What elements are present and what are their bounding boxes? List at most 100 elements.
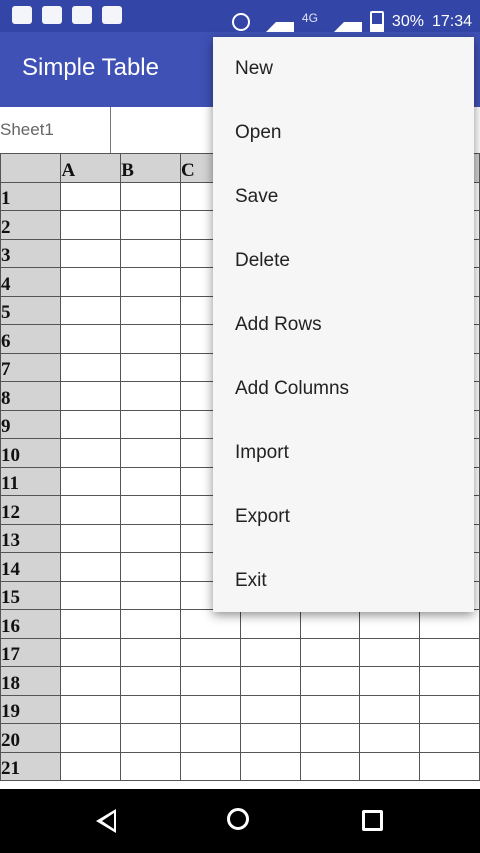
row-header[interactable]: 3 — [0, 238, 62, 268]
row-header[interactable]: 17 — [0, 637, 62, 667]
table-cell[interactable] — [299, 723, 361, 753]
table-cell[interactable] — [60, 723, 122, 753]
table-cell[interactable] — [299, 751, 361, 781]
home-icon[interactable] — [227, 808, 249, 830]
table-cell[interactable] — [359, 609, 420, 639]
table-cell[interactable] — [120, 694, 181, 724]
table-cell[interactable] — [239, 751, 301, 781]
table-cell[interactable] — [60, 210, 122, 240]
table-cell[interactable] — [299, 609, 361, 639]
table-cell[interactable] — [60, 495, 122, 525]
table-cell[interactable] — [120, 637, 181, 667]
table-cell[interactable] — [120, 466, 181, 496]
menu-item-delete[interactable]: Delete — [213, 229, 474, 293]
table-cell[interactable] — [359, 637, 420, 667]
table-cell[interactable] — [60, 324, 122, 354]
table-cell[interactable] — [180, 694, 241, 724]
table-cell[interactable] — [60, 523, 122, 553]
table-cell[interactable] — [60, 552, 122, 582]
table-cell[interactable] — [60, 238, 122, 268]
table-cell[interactable] — [180, 666, 241, 696]
row-header[interactable]: 4 — [0, 267, 62, 297]
tab-sheet1[interactable]: Sheet1 — [0, 107, 111, 153]
row-header[interactable]: 9 — [0, 409, 62, 439]
table-cell[interactable] — [180, 637, 241, 667]
table-cell[interactable] — [60, 666, 122, 696]
table-cell[interactable] — [299, 637, 361, 667]
row-header[interactable]: 8 — [0, 381, 62, 411]
row-header[interactable]: 16 — [0, 609, 62, 639]
table-cell[interactable] — [60, 438, 122, 468]
menu-item-open[interactable]: Open — [213, 101, 474, 165]
row-header[interactable]: 21 — [0, 751, 62, 781]
back-icon[interactable] — [96, 809, 116, 833]
table-cell[interactable] — [418, 666, 480, 696]
table-cell[interactable] — [299, 666, 361, 696]
recent-apps-icon[interactable] — [362, 810, 383, 831]
table-cell[interactable] — [120, 409, 181, 439]
table-cell[interactable] — [120, 723, 181, 753]
table-cell[interactable] — [120, 210, 181, 240]
row-header[interactable]: 1 — [0, 181, 62, 211]
table-cell[interactable] — [120, 580, 181, 610]
table-cell[interactable] — [418, 723, 480, 753]
row-header[interactable]: 13 — [0, 523, 62, 553]
table-cell[interactable] — [120, 238, 181, 268]
table-cell[interactable] — [359, 751, 420, 781]
table-cell[interactable] — [120, 181, 181, 211]
table-cell[interactable] — [120, 295, 181, 325]
table-cell[interactable] — [418, 609, 480, 639]
table-cell[interactable] — [120, 352, 181, 382]
table-cell[interactable] — [120, 438, 181, 468]
menu-item-import[interactable]: Import — [213, 421, 474, 485]
table-cell[interactable] — [299, 694, 361, 724]
table-cell[interactable] — [239, 723, 301, 753]
table-cell[interactable] — [60, 580, 122, 610]
menu-item-add-rows[interactable]: Add Rows — [213, 293, 474, 357]
table-cell[interactable] — [359, 666, 420, 696]
table-cell[interactable] — [239, 609, 301, 639]
menu-item-exit[interactable]: Exit — [213, 549, 474, 613]
table-cell[interactable] — [60, 637, 122, 667]
row-header[interactable]: 2 — [0, 210, 62, 240]
table-cell[interactable] — [120, 552, 181, 582]
table-cell[interactable] — [239, 666, 301, 696]
table-cell[interactable] — [239, 694, 301, 724]
table-cell[interactable] — [239, 637, 301, 667]
table-cell[interactable] — [120, 666, 181, 696]
table-cell[interactable] — [120, 609, 181, 639]
row-header[interactable]: 6 — [0, 324, 62, 354]
table-cell[interactable] — [120, 523, 181, 553]
table-cell[interactable] — [120, 751, 181, 781]
table-cell[interactable] — [120, 495, 181, 525]
table-cell[interactable] — [418, 694, 480, 724]
table-cell[interactable] — [359, 694, 420, 724]
row-header[interactable]: 5 — [0, 295, 62, 325]
table-cell[interactable] — [60, 409, 122, 439]
table-cell[interactable] — [60, 267, 122, 297]
row-header[interactable]: 7 — [0, 352, 62, 382]
menu-item-new[interactable]: New — [213, 37, 474, 101]
table-cell[interactable] — [418, 637, 480, 667]
row-header[interactable]: 19 — [0, 694, 62, 724]
table-cell[interactable] — [60, 352, 122, 382]
table-cell[interactable] — [60, 181, 122, 211]
menu-item-add-columns[interactable]: Add Columns — [213, 357, 474, 421]
row-header[interactable]: 15 — [0, 580, 62, 610]
column-header[interactable]: B — [120, 153, 181, 183]
table-cell[interactable] — [60, 694, 122, 724]
table-cell[interactable] — [60, 751, 122, 781]
table-cell[interactable] — [418, 751, 480, 781]
menu-item-save[interactable]: Save — [213, 165, 474, 229]
row-header[interactable]: 12 — [0, 495, 62, 525]
table-cell[interactable] — [180, 751, 241, 781]
row-header[interactable]: 18 — [0, 666, 62, 696]
table-cell[interactable] — [180, 723, 241, 753]
table-cell[interactable] — [359, 723, 420, 753]
table-cell[interactable] — [60, 609, 122, 639]
row-header[interactable]: 10 — [0, 438, 62, 468]
table-cell[interactable] — [60, 466, 122, 496]
table-cell[interactable] — [60, 381, 122, 411]
row-header[interactable]: 11 — [0, 466, 62, 496]
column-header[interactable]: A — [60, 153, 122, 183]
